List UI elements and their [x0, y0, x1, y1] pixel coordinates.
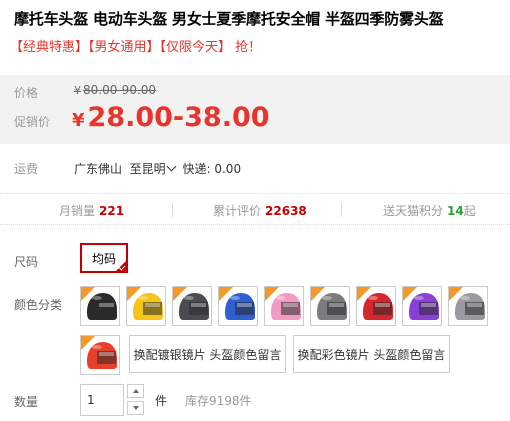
color-swatch-red[interactable] — [356, 286, 396, 326]
color-swatch-blue[interactable] — [218, 286, 258, 326]
original-price: ¥80.00-90.00 — [74, 83, 157, 97]
divider — [172, 203, 173, 217]
promo-badge-icon — [311, 287, 325, 301]
product-title: 摩托车头盔 电动车头盔 男女士夏季摩托安全帽 半盔四季防雾头盔 — [14, 10, 444, 28]
shipping-label: 运费 — [14, 162, 39, 176]
color-label: 颜色分类 — [14, 298, 63, 312]
promo-tags: 【经典特惠】【男女通用】【仅限今天】 抢！ — [10, 40, 262, 55]
price-panel: 价格 ¥80.00-90.00 促销价 ¥28.00-38.00 — [0, 75, 510, 144]
quantity-unit: 件 — [155, 394, 168, 408]
promo-badge-icon — [265, 287, 279, 301]
express-fee: 快递: 0.00 — [182, 162, 242, 176]
promo-badge-icon — [81, 336, 95, 350]
color-swatch-gray-dark[interactable] — [172, 286, 212, 326]
color-swatch-silver[interactable] — [448, 286, 488, 326]
size-option-label: 均码 — [91, 251, 116, 266]
review-count[interactable]: 累计评价 22638 — [213, 202, 307, 219]
quantity-label: 数量 — [14, 395, 39, 409]
quantity-decrease-button[interactable] — [127, 401, 144, 415]
stats-bar: 月销量 221 累计评价 22638 送天猫积分 14起 — [0, 193, 510, 225]
arrow-up-icon — [132, 389, 139, 393]
color-swatch-gray[interactable] — [310, 286, 350, 326]
promo-badge-icon — [403, 287, 417, 301]
promo-badge-icon — [81, 287, 95, 301]
color-swatch-pink[interactable] — [264, 286, 304, 326]
promo-badge-icon — [357, 287, 371, 301]
promo-badge-icon — [127, 287, 141, 301]
monthly-sales: 月销量 221 — [59, 204, 125, 218]
promo-badge-icon — [173, 287, 187, 301]
quantity-input[interactable] — [80, 384, 124, 416]
promo-badge-icon — [449, 287, 463, 301]
stock-count: 库存9198件 — [185, 394, 252, 408]
promo-badge-icon — [219, 287, 233, 301]
color-option-color-lens[interactable]: 换配彩色镜片 头盔颜色留言 — [293, 335, 450, 373]
quantity-increase-button[interactable] — [127, 384, 144, 398]
size-option-selected[interactable]: 均码 — [80, 243, 128, 273]
price-label: 价格 — [14, 86, 39, 100]
chevron-down-icon — [166, 161, 177, 172]
size-label: 尺码 — [14, 255, 39, 269]
ship-from: 广东佛山 — [74, 162, 123, 176]
color-option-silver-lens[interactable]: 换配镀银镜片 头盔颜色留言 — [129, 335, 286, 373]
tmall-points: 送天猫积分 14起 — [383, 204, 476, 218]
color-swatch-yellow[interactable] — [126, 286, 166, 326]
selected-check-icon — [115, 260, 127, 272]
color-swatch-red-orange[interactable] — [80, 335, 120, 375]
arrow-down-icon — [132, 406, 139, 410]
shipping-info: 广东佛山 至昆明 快递: 0.00 — [74, 160, 241, 177]
promo-price-label: 促销价 — [14, 115, 51, 129]
promo-price: ¥28.00-38.00 — [72, 102, 270, 133]
ship-to-select[interactable]: 至昆明 — [130, 161, 179, 176]
color-swatch-black[interactable] — [80, 286, 120, 326]
color-swatch-purple[interactable] — [402, 286, 442, 326]
divider — [341, 203, 342, 217]
